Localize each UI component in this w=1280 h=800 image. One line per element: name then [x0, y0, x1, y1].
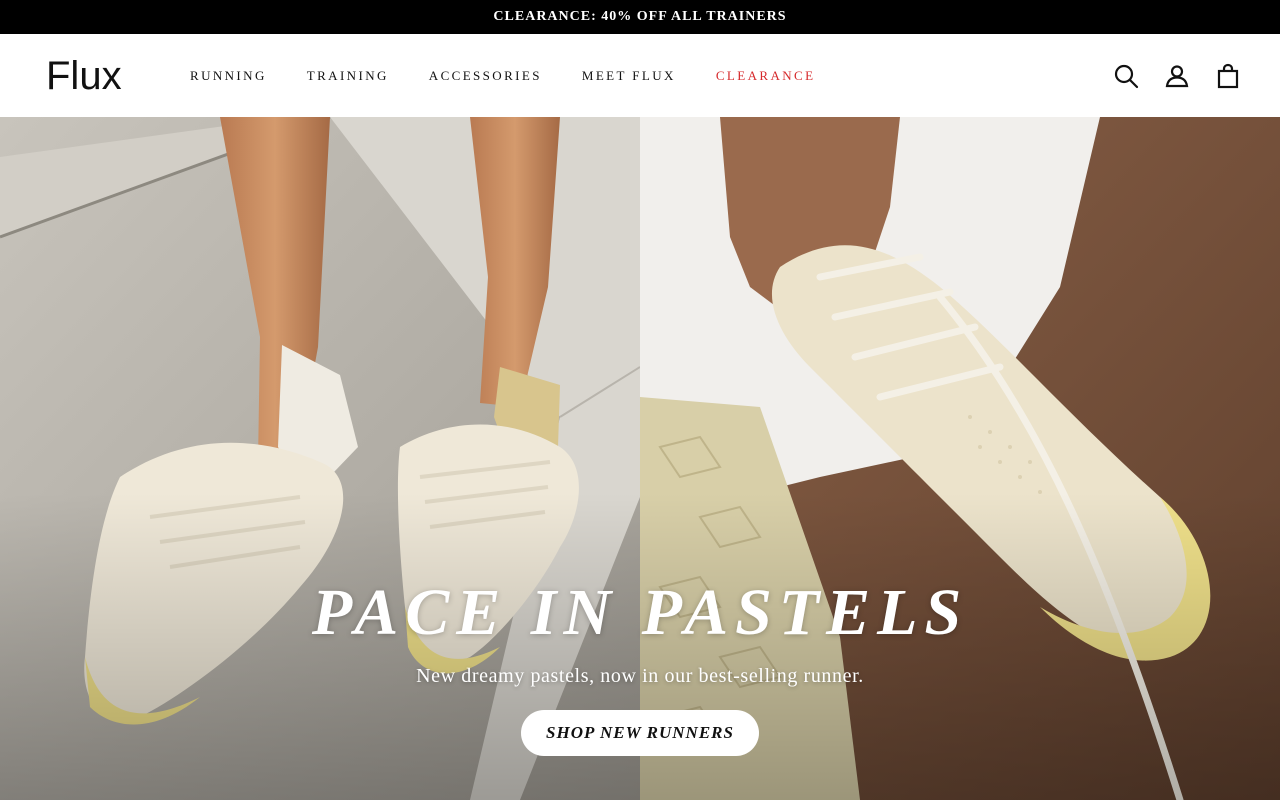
hero-title: PACE IN PASTELS: [311, 576, 969, 649]
nav-item-running[interactable]: RUNNING: [190, 68, 267, 84]
hero-content: PACE IN PASTELS New dreamy pastels, now …: [0, 577, 1280, 756]
main-nav: RUNNING TRAINING ACCESSORIES MEET FLUX C…: [190, 34, 855, 117]
hero-banner: PACE IN PASTELS New dreamy pastels, now …: [0, 117, 1280, 800]
site-header: Flux RUNNING TRAINING ACCESSORIES MEET F…: [0, 34, 1280, 117]
shop-new-runners-button[interactable]: SHOP NEW RUNNERS: [521, 710, 759, 756]
announcement-text: CLEARANCE: 40% OFF ALL TRAINERS: [493, 9, 787, 24]
nav-item-training[interactable]: TRAINING: [307, 68, 389, 84]
flux-logo[interactable]: Flux: [46, 53, 136, 97]
nav-item-accessories[interactable]: ACCESSORIES: [429, 68, 542, 84]
header-icons: [1089, 34, 1242, 117]
nav-item-meet-flux[interactable]: MEET FLUX: [582, 68, 676, 84]
announcement-bar: CLEARANCE: 40% OFF ALL TRAINERS: [0, 0, 1280, 34]
svg-text:Flux: Flux: [46, 54, 122, 97]
cart-icon[interactable]: [1214, 62, 1242, 90]
search-icon[interactable]: [1112, 62, 1140, 90]
account-icon[interactable]: [1163, 62, 1191, 90]
hero-subtitle: New dreamy pastels, now in our best-sell…: [416, 665, 864, 687]
nav-item-clearance[interactable]: CLEARANCE: [716, 68, 816, 84]
